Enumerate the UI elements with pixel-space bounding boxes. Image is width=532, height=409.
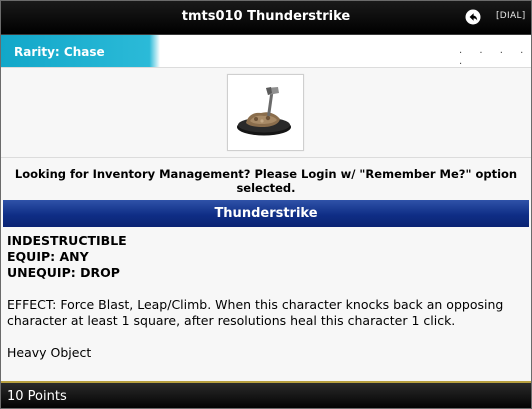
rarity-bar: Rarity: Chase . . . . . — [1, 35, 531, 68]
item-card-window: tmts010 Thunderstrike [DIAL] Rarity: Cha… — [0, 0, 532, 409]
figure-thumbnail[interactable] — [227, 74, 304, 151]
object-type: Heavy Object — [7, 345, 92, 360]
card-details: INDESTRUCTIBLE EQUIP: ANY UNEQUIP: DROP … — [7, 233, 523, 361]
thunderstrike-figure-icon — [237, 87, 291, 136]
rarity-dots: . . . . . — [459, 45, 531, 67]
keyword-equip: EQUIP: ANY — [7, 249, 89, 264]
keyword-indestructible: INDESTRUCTIBLE — [7, 233, 127, 248]
card-name-header: Thunderstrike — [3, 200, 529, 227]
login-notice-text: Looking for Inventory Management? Please… — [14, 167, 518, 195]
login-notice: Looking for Inventory Management? Please… — [1, 157, 531, 200]
window-title: tmts010 Thunderstrike — [181, 9, 351, 24]
dial-button[interactable]: [DIAL] — [496, 11, 526, 21]
title-bar: tmts010 Thunderstrike [DIAL] — [1, 1, 531, 35]
keyword-unequip: UNEQUIP: DROP — [7, 265, 120, 280]
back-arrow-icon[interactable] — [465, 9, 481, 25]
points-footer: 10 Points — [1, 381, 531, 408]
rarity-label: Rarity: Chase — [14, 45, 105, 59]
effect-text: EFFECT: Force Blast, Leap/Climb. When th… — [7, 297, 504, 328]
points-value: 10 Points — [7, 389, 67, 404]
